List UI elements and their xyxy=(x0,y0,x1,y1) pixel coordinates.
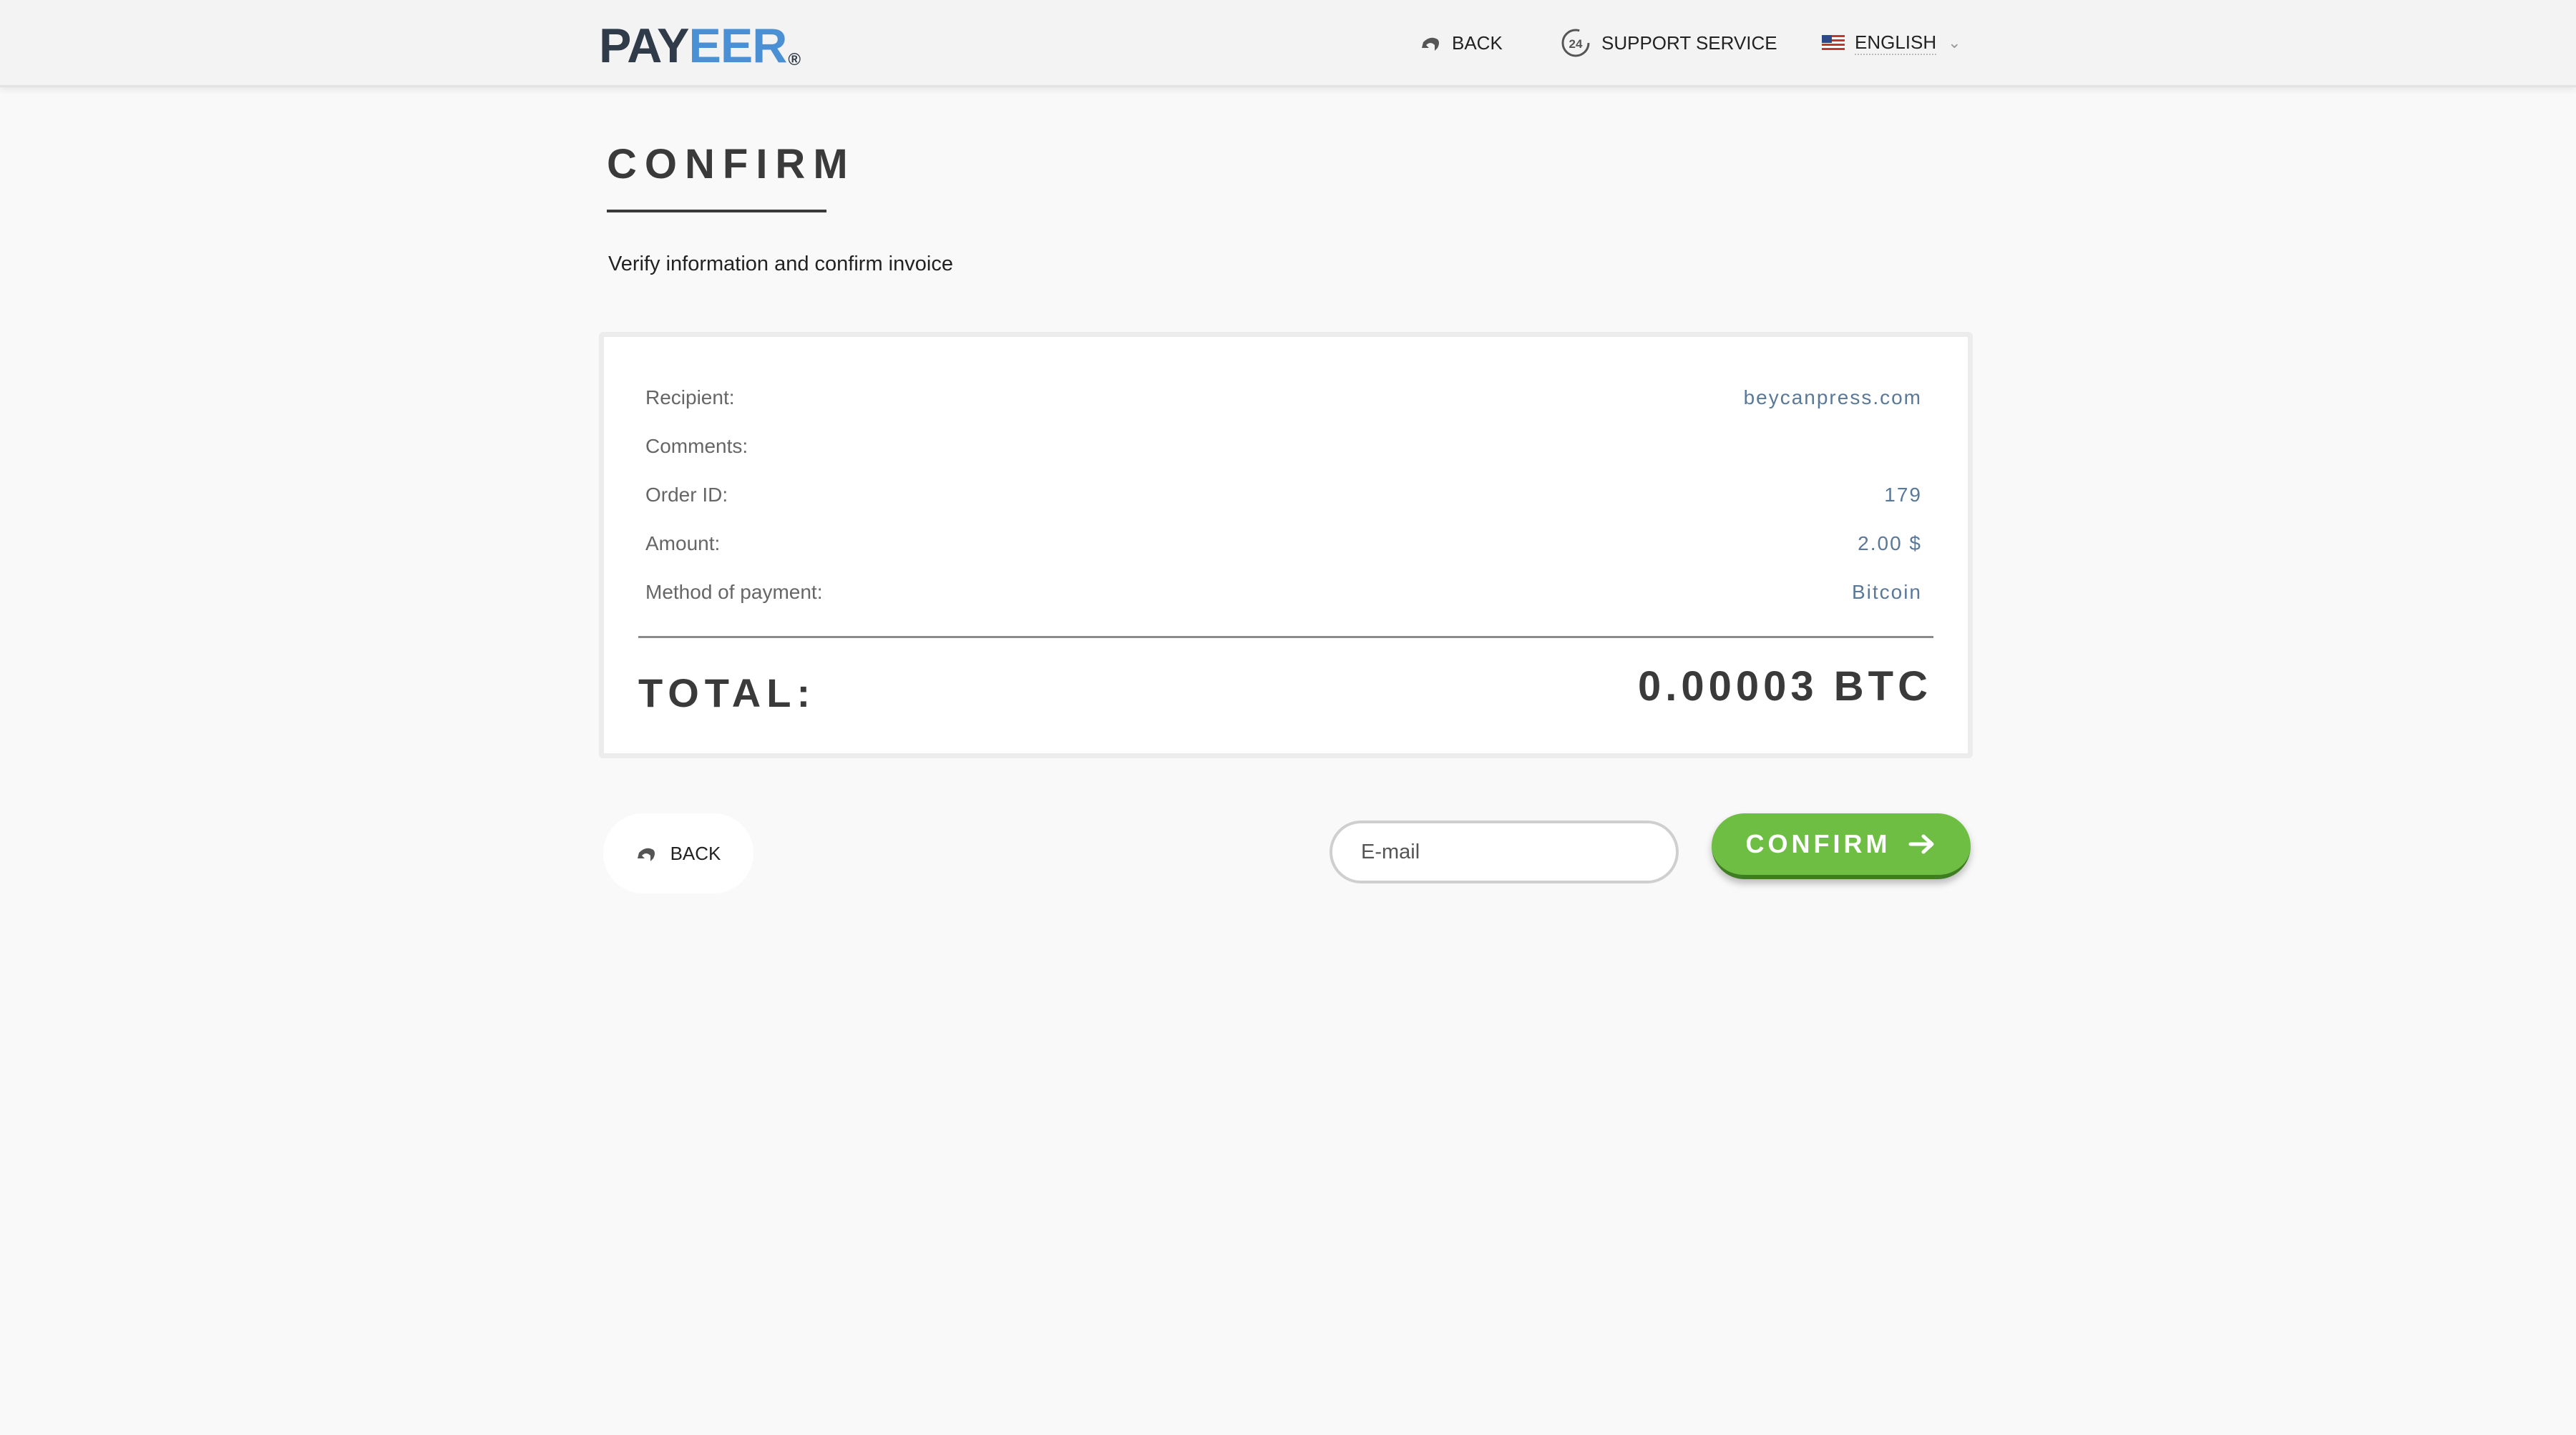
back-arrow-icon xyxy=(1422,37,1439,51)
back-button-label: BACK xyxy=(670,842,721,864)
invoice-row-order-id: Order ID: 179 xyxy=(645,481,1922,509)
confirm-button-label: CONFIRM xyxy=(1745,829,1891,858)
svg-text:24: 24 xyxy=(1569,37,1583,51)
support-service-link[interactable]: 24 SUPPORT SERVICE xyxy=(1560,27,1777,59)
invoice-row-label: Comments: xyxy=(645,435,748,457)
total-value: 0.00003 BTC xyxy=(1638,663,1932,710)
logo-registered-mark: ® xyxy=(788,50,801,69)
invoice-card: Recipient: beycanpress.com Comments: Ord… xyxy=(599,332,1973,758)
chevron-down-icon: ⌄ xyxy=(1948,34,1961,52)
arrow-right-icon xyxy=(1908,834,1934,854)
logo-text-pay: PAY xyxy=(599,19,690,73)
page-title: CONFIRM xyxy=(607,141,856,187)
back-button[interactable]: BACK xyxy=(603,813,753,893)
back-arrow-icon xyxy=(637,848,655,861)
support-24-icon: 24 xyxy=(1561,29,1590,57)
email-field[interactable] xyxy=(1330,821,1679,883)
invoice-row-label: Amount: xyxy=(645,532,721,554)
invoice-row-amount: Amount: 2.00 $ xyxy=(645,529,1922,558)
header-back-label: BACK xyxy=(1452,31,1503,54)
invoice-row-value: 179 xyxy=(1884,484,1922,506)
page-subtitle: Verify information and confirm invoice xyxy=(608,253,953,275)
us-flag-icon xyxy=(1822,35,1845,51)
top-bar: PAYEER® BACK 24 SUPPORT SERVICE ENGLISH … xyxy=(0,0,2576,87)
invoice-row-label: Recipient: xyxy=(645,386,735,408)
total-label: TOTAL: xyxy=(638,670,816,715)
confirm-button[interactable]: CONFIRM xyxy=(1712,813,1971,879)
invoice-row-recipient: Recipient: beycanpress.com xyxy=(645,383,1922,412)
language-label: ENGLISH xyxy=(1855,31,1937,55)
total-divider xyxy=(638,636,1933,638)
header-back-link[interactable]: BACK xyxy=(1420,27,1503,59)
invoice-row-value: beycanpress.com xyxy=(1743,386,1922,408)
payeer-logo[interactable]: PAYEER® xyxy=(599,19,801,73)
invoice-row-label: Method of payment: xyxy=(645,581,823,603)
invoice-row-comments: Comments: xyxy=(645,432,1922,461)
logo-text-eer: EER xyxy=(688,19,788,73)
title-underline xyxy=(607,210,826,212)
invoice-row-value: Bitcoin xyxy=(1851,581,1922,603)
invoice-row-method: Method of payment: Bitcoin xyxy=(645,578,1922,607)
invoice-row-label: Order ID: xyxy=(645,484,728,506)
support-service-label: SUPPORT SERVICE xyxy=(1601,31,1777,54)
invoice-row-value: 2.00 $ xyxy=(1858,532,1922,554)
language-selector[interactable]: ENGLISH ⌄ xyxy=(1822,27,1961,59)
